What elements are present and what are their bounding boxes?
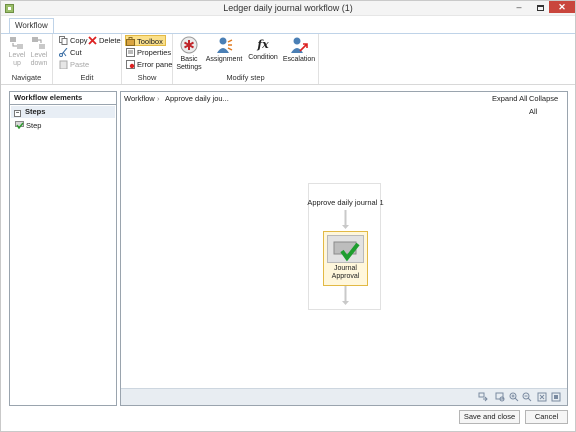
maximize-button[interactable] (530, 1, 550, 13)
step-icon (15, 121, 24, 130)
zoom-to-selection-icon[interactable] (495, 392, 505, 402)
breadcrumb-workflow[interactable]: Workflow (124, 92, 155, 105)
ribbon-group-edit: Copy Delete Cut Paste Edit (53, 34, 122, 84)
level-up-icon (10, 37, 23, 49)
overview-map-icon[interactable] (551, 392, 561, 402)
group-label-modify-step: Modify step (226, 73, 265, 82)
collapse-all-link[interactable]: Collapse All (529, 92, 567, 118)
group-label-navigate: Navigate (11, 73, 42, 82)
error-pane-icon (126, 60, 135, 69)
close-button[interactable]: ✕ (549, 1, 575, 13)
minimize-button[interactable]: – (509, 1, 529, 13)
pan-icon[interactable] (478, 392, 488, 402)
paste-button[interactable]: Paste (59, 59, 89, 70)
delete-button[interactable]: Delete (88, 35, 121, 46)
toolbox-icon (126, 37, 135, 46)
group-label-show: Show (137, 73, 157, 82)
properties-toggle[interactable]: Properties (126, 47, 171, 58)
zoom-in-icon[interactable] (509, 392, 519, 402)
save-and-close-button[interactable]: Save and close (459, 410, 520, 424)
properties-icon (126, 48, 135, 57)
breadcrumb: Workflow › Approve daily jou... Expand A… (121, 92, 567, 116)
copy-icon (59, 36, 68, 45)
error-pane-toggle[interactable]: Error pane (126, 59, 172, 70)
breadcrumb-separator-icon: › (157, 94, 160, 103)
condition-button[interactable]: fx Condition (245, 36, 281, 62)
ribbon-group-navigate: Level up Level down Navigate (1, 34, 53, 84)
fit-to-screen-icon[interactable] (537, 392, 547, 402)
fx-icon: fx (257, 38, 269, 51)
tab-workflow[interactable]: Workflow (9, 18, 54, 34)
window-title: Ledger daily journal workflow (1) (223, 3, 353, 13)
scissors-icon (59, 47, 68, 57)
workflow-designer: Workflow › Approve daily jou... Expand A… (120, 91, 568, 406)
toolbox-item-step[interactable]: Step (10, 120, 116, 132)
cancel-button[interactable]: Cancel (525, 410, 568, 424)
expand-all-link[interactable]: Expand All (492, 92, 527, 105)
basic-settings-icon (180, 36, 198, 54)
breadcrumb-current[interactable]: Approve daily jou... (165, 92, 229, 105)
workflow-editor-window: Ledger daily journal workflow (1) – ✕ Wo… (0, 0, 576, 432)
ribbon-tab-strip: Workflow (1, 16, 575, 34)
collapse-toggle-icon[interactable]: – (14, 110, 21, 117)
workflow-sequence: Approve daily journal 1 Journal Approval (307, 183, 384, 310)
assignment-icon (217, 37, 233, 53)
level-down-button[interactable]: Level down (28, 36, 50, 68)
cut-button[interactable]: Cut (59, 47, 82, 58)
group-label-edit: Edit (80, 73, 94, 82)
paste-icon (59, 60, 68, 70)
workflow-elements-pane: Workflow elements – Steps Step (9, 91, 117, 406)
toolbox-toggle[interactable]: Toolbox (125, 35, 166, 46)
ribbon-group-show: Toolbox Properties Error pane Show (122, 34, 173, 84)
workflow-elements-header: Workflow elements (10, 92, 116, 105)
canvas-toolbar (121, 388, 567, 405)
ribbon: Level up Level down Navigate Copy Delete C… (1, 33, 575, 85)
copy-button[interactable]: Copy (59, 35, 88, 46)
steps-group-header[interactable]: – Steps (11, 106, 115, 118)
journal-approval-node[interactable]: Journal Approval (323, 231, 368, 286)
delete-icon (88, 36, 97, 45)
node-label: Journal Approval (331, 265, 360, 280)
assignment-button[interactable]: Assignment (205, 36, 243, 64)
escalation-icon (291, 37, 308, 53)
approval-icon (327, 235, 364, 263)
zoom-out-icon[interactable] (522, 392, 532, 402)
level-down-icon (32, 37, 45, 49)
escalation-button[interactable]: Escalation (281, 36, 317, 64)
title-bar: Ledger daily journal workflow (1) – ✕ (1, 1, 575, 16)
basic-settings-button[interactable]: Basic Settings (175, 36, 203, 72)
ribbon-group-modify-step: Basic Settings Assignment fx Condition Es… (173, 34, 319, 84)
level-up-button[interactable]: Level up (7, 36, 27, 68)
